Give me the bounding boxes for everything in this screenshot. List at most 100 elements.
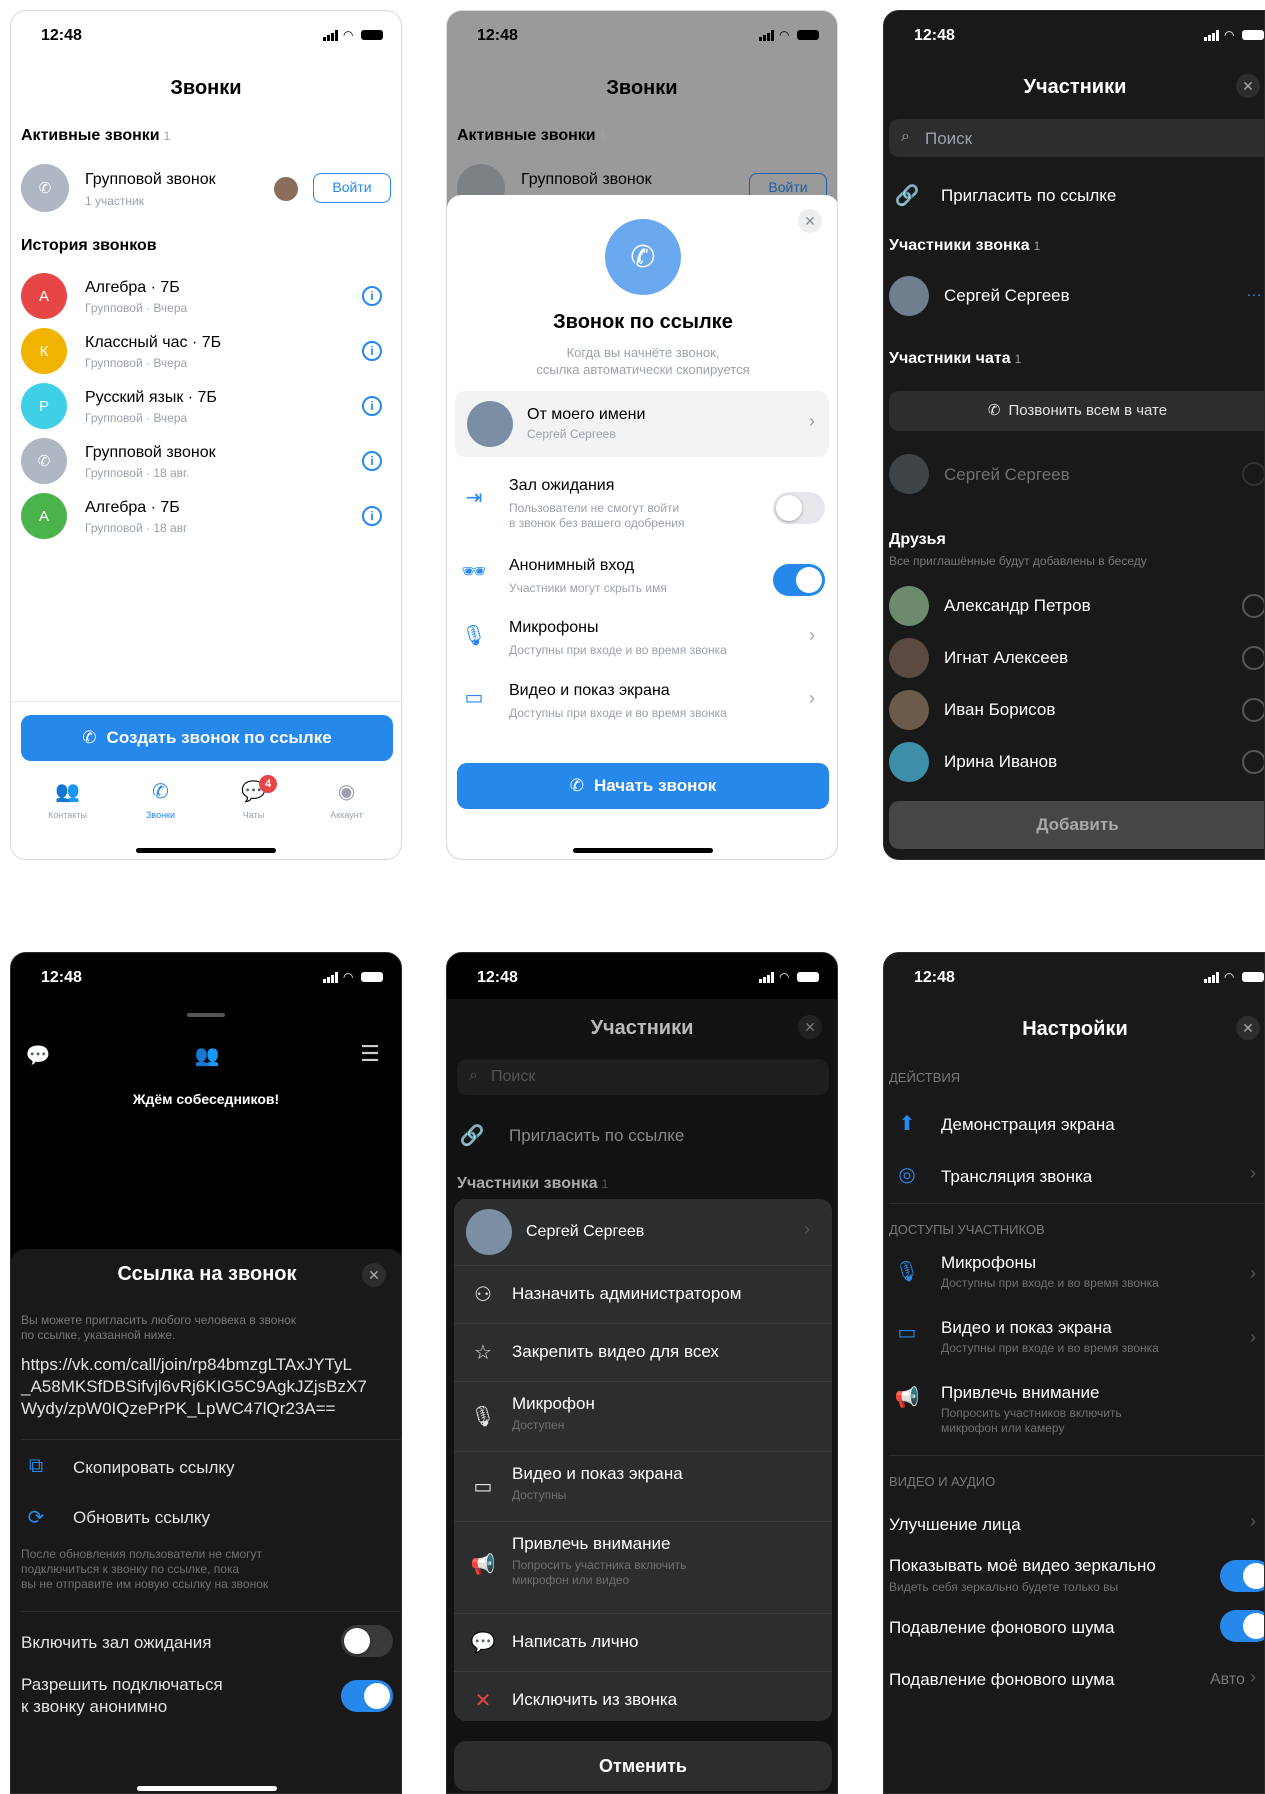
copy-link[interactable]: Скопировать ссылку	[73, 1458, 235, 1478]
chevron-right-icon[interactable]: ›	[809, 625, 815, 646]
action-cross[interactable]: ✕ Исключить из звонка	[454, 1671, 832, 1721]
action-label: Исключить из звонка	[512, 1690, 678, 1709]
noise-title: Подавление фонового шума	[889, 1618, 1115, 1637]
close-icon[interactable]: ✕	[1236, 74, 1260, 98]
chevron-right-icon: ›	[809, 411, 815, 431]
chevron-right-icon[interactable]: ›	[1250, 1667, 1256, 1688]
screen-demo[interactable]: Демонстрация экрана	[941, 1115, 1115, 1135]
link-line-2: _A58MKSfDBSifvjl6vRj6KIG5C9AgkJZjsBzX7	[21, 1377, 367, 1396]
home-indicator	[137, 1786, 277, 1791]
screen-call-by-link: 12:48 ◠ Звонки Активные звонки 1 Группово…	[446, 10, 838, 860]
tab-calls[interactable]: ✆ Звонки	[114, 779, 207, 829]
action-megaphone[interactable]: 📢 Привлечь внимание Попросить участника вк…	[454, 1521, 832, 1613]
friend-name: Ирина Иванов	[944, 752, 1058, 771]
call-all-button[interactable]: ✆ Позвонить всем в чате	[889, 391, 1264, 431]
action-message[interactable]: 💬 Написать лично	[454, 1613, 832, 1671]
menu-icon[interactable]: ☰	[357, 1041, 383, 1067]
action-sub: Доступен	[512, 1418, 565, 1432]
tab-account[interactable]: ◉ Аккаунт	[300, 779, 393, 829]
chat-icon[interactable]: 💬	[25, 1043, 51, 1068]
mic-sub: Доступны при входе и во время звонка	[509, 643, 727, 657]
call-all-label: Позвонить всем в чате	[1008, 402, 1168, 419]
action-video[interactable]: ▭ Видео и показ экрана Доступны	[454, 1451, 832, 1521]
friend-radio[interactable]	[1242, 750, 1264, 774]
info-icon[interactable]: i	[362, 451, 382, 471]
close-icon[interactable]: ✕	[1236, 1016, 1260, 1040]
cross-icon: ✕	[474, 1690, 492, 1712]
close-icon[interactable]: ✕	[798, 1015, 822, 1039]
info-icon[interactable]: i	[362, 286, 382, 306]
search-input[interactable]: ⌕ Поиск	[889, 119, 1264, 157]
action-microphone[interactable]: 🎙 Микрофон Доступен	[454, 1381, 832, 1451]
search-input[interactable]: ⌕ Поиск	[457, 1059, 829, 1095]
friend-radio[interactable]	[1242, 594, 1264, 618]
broadcast[interactable]: Трансляция звонка	[941, 1167, 1092, 1187]
action-label: Написать лично	[512, 1632, 639, 1651]
info-icon[interactable]: i	[362, 396, 382, 416]
chevron-right-icon[interactable]: ›	[1250, 1511, 1256, 1532]
friend-avatar	[889, 690, 929, 730]
participants-icon[interactable]: 👥	[194, 1043, 220, 1068]
anon-toggle[interactable]	[341, 1680, 393, 1712]
friend-name: Игнат Алексеев	[944, 648, 1069, 667]
invite-link[interactable]: Пригласить по ссылке	[509, 1126, 684, 1146]
anon-sub: Участники могут скрыть имя	[509, 581, 667, 595]
cancel-button[interactable]: Отменить	[454, 1741, 832, 1791]
status-time: 12:48	[914, 969, 955, 986]
action-label: Назначить администратором	[512, 1284, 742, 1303]
enter-icon: ⇥	[465, 487, 483, 509]
friend-radio[interactable]	[1242, 646, 1264, 670]
chevron-right-icon[interactable]: ›	[804, 1219, 810, 1240]
mirror-toggle[interactable]	[1220, 1560, 1264, 1592]
megaphone-icon: 📢	[894, 1387, 920, 1409]
search-placeholder: Поиск	[491, 1068, 536, 1085]
microphone-icon: 🎙	[470, 1406, 496, 1428]
chevron-right-icon[interactable]: ›	[809, 688, 815, 709]
refresh-link[interactable]: Обновить ссылку	[73, 1508, 210, 1528]
tab-chats[interactable]: 💬 Чаты 4	[207, 775, 300, 829]
close-icon[interactable]: ✕	[798, 209, 822, 233]
action-admin[interactable]: ⚇ Назначить администратором	[454, 1265, 832, 1323]
chevron-right-icon[interactable]: ›	[1250, 1327, 1256, 1348]
info-icon[interactable]: i	[362, 341, 382, 361]
create-call-label: Создать звонок по ссылке	[106, 728, 332, 747]
status-time: 12:48	[477, 27, 518, 44]
action-label: Закрепить видео для всех	[512, 1342, 719, 1361]
action-pin[interactable]: ☆ Закрепить видео для всех	[454, 1323, 832, 1381]
start-call-button[interactable]: ✆ Начать звонок	[457, 763, 829, 809]
divider	[21, 1611, 401, 1612]
history-sub: Групповой · Вчера	[85, 356, 188, 370]
face-enhance[interactable]: Улучшение лица	[889, 1515, 1021, 1535]
video-icon: ▭	[473, 1476, 493, 1498]
member-name: Сергей Сергеев	[944, 286, 1070, 305]
close-icon[interactable]: ✕	[362, 1263, 386, 1287]
home-indicator	[136, 848, 276, 853]
friend-radio[interactable]	[1242, 698, 1264, 722]
phone-icon: ✆	[569, 776, 584, 795]
waiting-room-toggle[interactable]	[341, 1625, 393, 1657]
more-icon[interactable]: …	[1246, 283, 1262, 301]
history-avatar: Р	[21, 383, 67, 429]
waiting-room-toggle[interactable]	[773, 492, 825, 524]
microphone-icon: 🎙	[894, 1261, 920, 1283]
noise-toggle[interactable]	[1220, 1610, 1264, 1642]
add-button[interactable]: Добавить	[889, 801, 1264, 849]
chevron-right-icon[interactable]: ›	[1250, 1163, 1256, 1184]
grabber	[187, 1013, 225, 1017]
anon-toggle[interactable]	[773, 564, 825, 596]
actions-sheet: Сергей Сергеев › ⚇ Назначить администрато…	[454, 1199, 832, 1721]
info-icon[interactable]: i	[362, 506, 382, 526]
page-title: Звонки	[606, 77, 678, 99]
chevron-right-icon[interactable]: ›	[1250, 1263, 1256, 1284]
create-call-button[interactable]: ✆ Создать звонок по ссылке	[21, 715, 393, 761]
from-me-row[interactable]: От моего имени Сергей Сергеев ›	[455, 391, 829, 457]
join-button[interactable]: Войти	[313, 173, 391, 203]
noise-mode-title[interactable]: Подавление фонового шума	[889, 1670, 1114, 1690]
phone-icon: ✆	[987, 402, 1001, 419]
invite-link[interactable]: Пригласить по ссылке	[941, 186, 1116, 206]
modal-desc-1: Когда вы начнёте звонок,	[566, 345, 720, 360]
divider	[21, 1439, 401, 1440]
tab-contacts[interactable]: 👥 Контакты	[21, 779, 114, 829]
noise-mode-value[interactable]: Авто	[1210, 1671, 1245, 1689]
video-title: Видео и показ экрана	[509, 682, 670, 699]
